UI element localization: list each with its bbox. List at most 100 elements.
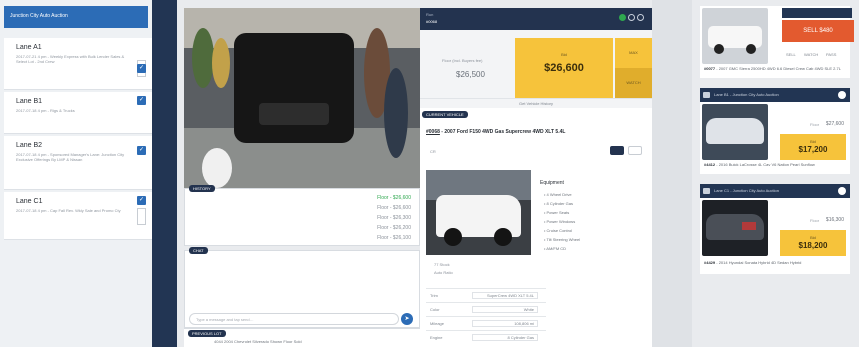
check-icon[interactable]: ✓ bbox=[137, 96, 146, 105]
card-floor-value: $16,300 bbox=[825, 217, 844, 223]
vehicle-name: 2007 Ford F150 4WD Gas Supercrew 4WD XLT… bbox=[444, 129, 566, 135]
lane-toggle[interactable] bbox=[137, 208, 146, 225]
vehicle-thumbnail bbox=[702, 104, 768, 160]
history-entry: Floor - $26,100 bbox=[377, 235, 411, 241]
card-floor-label: Floor bbox=[810, 122, 820, 127]
lane-card[interactable]: SELL $480 SELL WATCH PASS #0077 - 2007 G… bbox=[700, 6, 854, 78]
card-lot: #0077 bbox=[704, 66, 716, 71]
spec-value: SuperCrew 4WD XLT 5.4L bbox=[472, 292, 538, 299]
equipment-item: • Power Seats bbox=[544, 210, 570, 215]
wheel-icon bbox=[494, 228, 512, 246]
run-label: Run bbox=[426, 12, 434, 17]
current-vehicle-tag: CURRENT VEHICLE bbox=[422, 111, 468, 118]
crowd-figure bbox=[212, 38, 230, 88]
watch-button[interactable]: WATCH bbox=[615, 68, 652, 98]
lane-title: Lane B1 bbox=[16, 98, 43, 105]
right-gutter bbox=[652, 0, 692, 347]
gallery-icon[interactable] bbox=[628, 146, 642, 155]
history-entry: Floor - $26,200 bbox=[377, 225, 411, 231]
status-dot-icon bbox=[628, 14, 635, 21]
lane-title: Lane C1 bbox=[16, 198, 43, 205]
equipment-item: • 4 Wheel Drive bbox=[544, 192, 572, 197]
bid-row: Floor (Incl. Buyers fee) $26,500 Bid $26… bbox=[420, 30, 652, 98]
lane-list-panel: Junction City Auto Auction Lane A1 2017-… bbox=[0, 0, 152, 347]
bid-panel: Run #0068 Floor (Incl. Buyers fee) $26,5… bbox=[420, 8, 652, 347]
vehicle-thumbnail bbox=[702, 200, 768, 256]
status-indicators bbox=[617, 14, 644, 23]
photo-note: Auto Ratio bbox=[434, 270, 453, 275]
spec-row: Mileage 108,806 mi bbox=[426, 316, 546, 329]
lane-description: 2017-07-21 4 pm - Weekly Express with Bu… bbox=[16, 54, 125, 64]
live-camera-feed bbox=[184, 8, 420, 188]
history-entry: Floor - $26,600 bbox=[377, 195, 411, 201]
camera-icon[interactable] bbox=[610, 146, 624, 155]
lane-item-c1[interactable]: Lane C1 2017-07-18 4 pm - Cap Fall Rev. … bbox=[4, 192, 152, 240]
info-icon[interactable] bbox=[838, 187, 846, 195]
bid-panel-header: Run #0068 bbox=[420, 8, 652, 30]
card-lot: #4429 bbox=[704, 260, 716, 265]
auction-header: Junction City Auto Auction bbox=[4, 6, 148, 28]
previous-lot-row[interactable]: 4044 2004 Chevrolet Silverado Shown Floo… bbox=[214, 339, 302, 344]
crowd-figure bbox=[192, 28, 214, 88]
spec-key: Mileage bbox=[430, 321, 445, 326]
equipment-item: • Tilt Steering Wheel bbox=[544, 237, 581, 242]
watch-option[interactable]: WATCH bbox=[804, 52, 818, 57]
max-bid-button[interactable]: MAX bbox=[615, 38, 652, 68]
lot-number[interactable]: #0068 bbox=[426, 129, 440, 135]
spec-row: Engine 8 Cylinder Gas bbox=[426, 330, 546, 343]
spec-row: Color White bbox=[426, 302, 546, 315]
vehicle-on-block bbox=[234, 33, 354, 143]
equipment-item: • Power Windows bbox=[544, 219, 576, 224]
card-bid-button[interactable]: Bid $17,200 bbox=[780, 134, 846, 160]
card-description: #0077 - 2007 GMC Sierra 2500HD 4WD 6.6 D… bbox=[704, 66, 841, 71]
vehicle-grille bbox=[259, 103, 329, 125]
lane-card[interactable]: Lane C1 - Junction City Auto Auction Flo… bbox=[700, 184, 850, 274]
spec-value: White bbox=[472, 306, 538, 313]
send-icon[interactable]: ➤ bbox=[401, 313, 413, 325]
lane-item-a1[interactable]: Lane A1 2017-07-21 4 pm - Weekly Express… bbox=[4, 38, 152, 90]
bid-amount: $26,600 bbox=[544, 62, 584, 74]
pass-option[interactable]: PASS bbox=[826, 52, 836, 57]
history-tag: HISTORY bbox=[189, 185, 215, 192]
status-dot-icon bbox=[637, 14, 644, 21]
check-icon[interactable]: ✓ bbox=[137, 146, 146, 155]
info-icon[interactable] bbox=[838, 91, 846, 99]
lane-title: Lane A1 bbox=[16, 44, 42, 51]
spec-value: 8 Cylinder Gas bbox=[472, 334, 538, 341]
lane-card[interactable]: Lane B1 - Junction City Auto Auction Flo… bbox=[700, 88, 850, 174]
panel-divider bbox=[152, 0, 177, 347]
lane-description: 2017-07-18 4 pm - Rigs & Trucks bbox=[16, 108, 75, 113]
wheel-icon bbox=[444, 228, 462, 246]
status-dot-icon bbox=[619, 14, 626, 21]
history-entry: Floor - $26,600 bbox=[377, 205, 411, 211]
vehicle-history-link[interactable]: Get Vehicle History bbox=[420, 98, 652, 108]
sell-option[interactable]: SELL bbox=[786, 52, 796, 57]
check-icon[interactable]: ✓ bbox=[137, 196, 146, 205]
other-lanes-panel: SELL $480 SELL WATCH PASS #0077 - 2007 G… bbox=[692, 0, 859, 347]
card-floor-label: Floor bbox=[810, 218, 820, 223]
crowd-figure bbox=[384, 68, 408, 158]
bid-button[interactable]: Bid $26,600 bbox=[515, 38, 613, 98]
spec-row: Trim SuperCrew 4WD XLT 5.4L bbox=[426, 288, 546, 301]
spec-key: Engine bbox=[430, 335, 443, 340]
run-number: #0068 bbox=[426, 19, 438, 24]
card-bid-button[interactable]: Bid $18,200 bbox=[780, 230, 846, 256]
lane-icon bbox=[703, 188, 710, 194]
chat-input[interactable]: Type a message and tap send… bbox=[189, 313, 399, 325]
bid-label: Bid bbox=[561, 52, 567, 57]
card-header: Lane B1 - Junction City Auto Auction bbox=[700, 88, 850, 102]
check-icon[interactable]: ✓ bbox=[137, 64, 146, 73]
lane-item-b2[interactable]: Lane B2 2017-07-18 4 pm - Sponsored Mana… bbox=[4, 136, 152, 190]
spec-key: Color bbox=[430, 307, 440, 312]
lane-description: 2017-07-18 4 pm - Cap Fall Rev. Wkly Sal… bbox=[16, 208, 121, 213]
photo-note: 77 Stock bbox=[434, 262, 450, 267]
card-description: #4429 - 2014 Hyundai Sonata Hybrid 4D Se… bbox=[704, 260, 802, 265]
equipment-heading: Equipment bbox=[540, 180, 564, 186]
spec-key: Trim bbox=[430, 293, 438, 298]
vehicle-thumbnail bbox=[702, 8, 768, 64]
floor-price-label: Floor (Incl. Buyers fee) bbox=[442, 58, 483, 63]
sell-button[interactable]: SELL $480 bbox=[782, 20, 854, 42]
lane-item-b1[interactable]: Lane B1 2017-07-18 4 pm - Rigs & Trucks … bbox=[4, 92, 152, 134]
vehicle-photo[interactable] bbox=[426, 170, 531, 255]
previous-lot-tag: PREVIOUS LOT bbox=[188, 330, 226, 337]
